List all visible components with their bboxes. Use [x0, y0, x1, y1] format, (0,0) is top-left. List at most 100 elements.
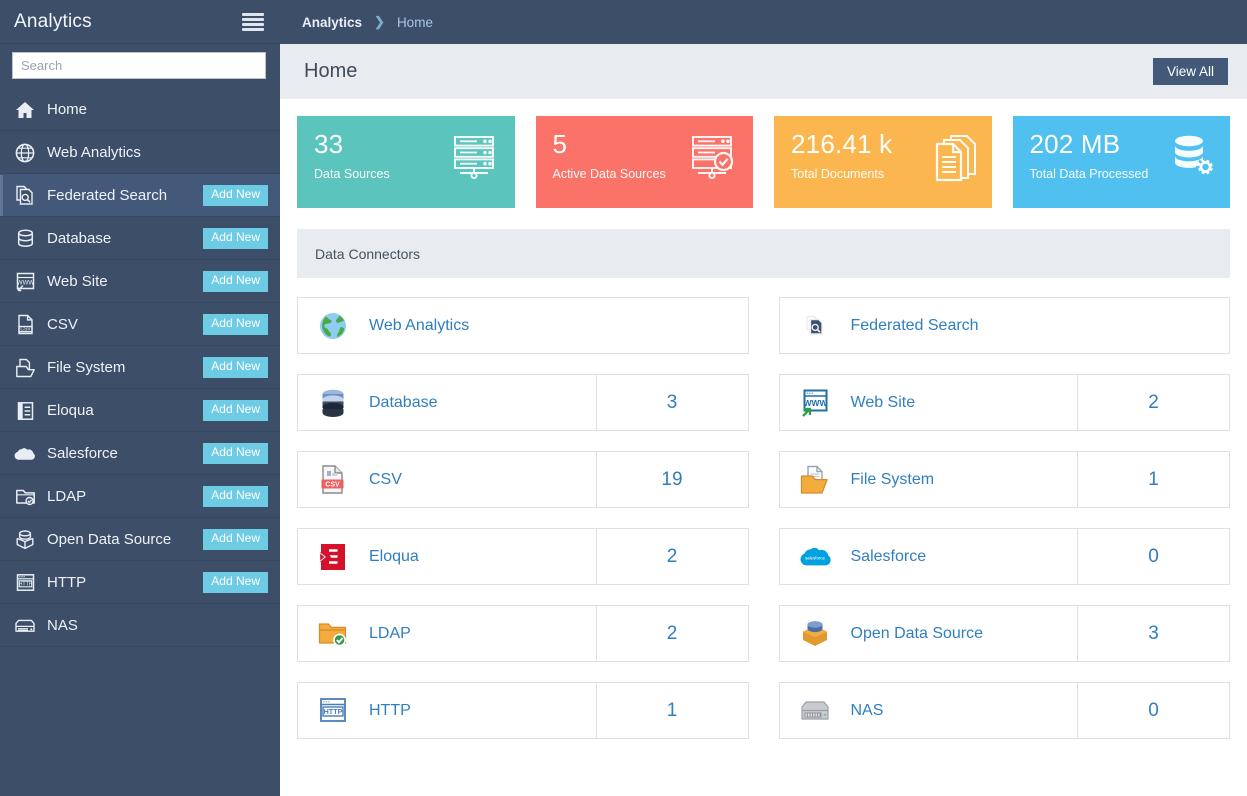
- sidebar-nav: Home Web Analytics Federated SearchAdd New…: [0, 88, 280, 796]
- stat-card-total-data-processed[interactable]: 202 MBTotal Data Processed: [1013, 116, 1231, 208]
- connector-name: NAS: [839, 702, 1078, 720]
- connector-count: 19: [596, 452, 748, 507]
- connector-name: CSV: [357, 471, 596, 489]
- connector-count: 1: [596, 683, 748, 738]
- svg-text:CSV: CSV: [325, 481, 340, 488]
- connector-row[interactable]: NAS0: [779, 682, 1231, 739]
- stat-card-active-data-sources[interactable]: 5Active Data Sources: [536, 116, 754, 208]
- data-connectors-panel: Data Connectors Web Analytics Federated S…: [297, 229, 1230, 739]
- http-window-color-icon: HTTP: [309, 697, 357, 725]
- open-data-icon: [14, 529, 36, 551]
- connector-row[interactable]: salesforceSalesforce0: [779, 528, 1231, 585]
- sidebar-item-open-data-source[interactable]: Open Data SourceAdd New: [0, 518, 280, 561]
- sidebar-item-label: Eloqua: [47, 402, 203, 419]
- sidebar-item-label: LDAP: [47, 488, 203, 505]
- sidebar-item-web-analytics[interactable]: Web Analytics: [0, 131, 280, 174]
- connector-row[interactable]: File System1: [779, 451, 1231, 508]
- sidebar: Analytics HomeWeb AnalyticsFederated Sea…: [0, 0, 280, 796]
- eloqua-color-icon: [309, 542, 357, 572]
- sidebar-item-http[interactable]: HTTPHTTPAdd New: [0, 561, 280, 604]
- sidebar-item-label: File System: [47, 359, 203, 376]
- folder-file-color-icon: [791, 465, 839, 495]
- add-new-button[interactable]: Add New: [203, 357, 268, 377]
- nas-device-icon: [14, 615, 36, 637]
- add-new-button[interactable]: Add New: [203, 572, 268, 592]
- add-new-button[interactable]: Add New: [203, 400, 268, 420]
- database-color-icon: [309, 388, 357, 418]
- csv-file-icon: CSV: [14, 314, 36, 336]
- sidebar-item-file-system[interactable]: File SystemAdd New: [0, 346, 280, 389]
- connectors-grid: Web Analytics Federated Search Database3 WW…: [297, 297, 1230, 739]
- add-new-button[interactable]: Add New: [203, 486, 268, 506]
- connector-count-empty: [596, 298, 748, 353]
- add-new-button[interactable]: Add New: [203, 185, 268, 205]
- connector-row[interactable]: Web Analytics: [297, 297, 749, 354]
- connector-row[interactable]: CSVCSV19: [297, 451, 749, 508]
- breadcrumb-root[interactable]: Analytics: [302, 15, 362, 30]
- sidebar-item-nas[interactable]: NAS: [0, 604, 280, 647]
- connector-name: Salesforce: [839, 548, 1078, 566]
- sidebar-item-federated-search[interactable]: Federated SearchAdd New: [0, 174, 280, 217]
- sidebar-item-web-site[interactable]: WWWWeb SiteAdd New: [0, 260, 280, 303]
- add-new-button[interactable]: Add New: [203, 443, 268, 463]
- sidebar-item-database[interactable]: DatabaseAdd New: [0, 217, 280, 260]
- page-header: Home View All: [280, 44, 1247, 99]
- connector-row[interactable]: Federated Search: [779, 297, 1231, 354]
- sidebar-item-label: HTTP: [47, 574, 203, 591]
- connector-row[interactable]: WWWWeb Site2: [779, 374, 1231, 431]
- sidebar-item-home[interactable]: Home: [0, 88, 280, 131]
- csv-file-color-icon: CSV: [309, 464, 357, 495]
- sidebar-item-label: Database: [47, 230, 203, 247]
- connector-count: 2: [596, 606, 748, 661]
- page-title: Home: [304, 60, 357, 83]
- connector-count: 0: [1077, 529, 1229, 584]
- sidebar-item-label: Web Analytics: [47, 144, 268, 161]
- documents-stack-icon: [930, 134, 978, 187]
- svg-text:HTTP: HTTP: [324, 707, 343, 716]
- connector-name: Eloqua: [357, 548, 596, 566]
- breadcrumb-current[interactable]: Home: [397, 15, 433, 30]
- hamburger-icon[interactable]: [242, 13, 264, 31]
- stat-cards: 33Data Sources5Active Data Sources216.41…: [297, 99, 1230, 208]
- salesforce-cloud-color-icon: salesforce: [791, 545, 839, 569]
- add-new-button[interactable]: Add New: [203, 271, 268, 291]
- connector-count: 2: [596, 529, 748, 584]
- data-connectors-title: Data Connectors: [297, 229, 1230, 278]
- sidebar-item-csv[interactable]: CSVCSVAdd New: [0, 303, 280, 346]
- sidebar-search-wrap: [0, 44, 280, 88]
- stat-card-data-sources[interactable]: 33Data Sources: [297, 116, 515, 208]
- main-area: Analytics ❯ Home Home View All 33Data So…: [280, 0, 1247, 796]
- sidebar-item-salesforce[interactable]: SalesforceAdd New: [0, 432, 280, 475]
- globe-icon: [14, 142, 36, 164]
- database-icon: [14, 228, 36, 250]
- sidebar-item-label: Open Data Source: [47, 531, 203, 548]
- add-new-button[interactable]: Add New: [203, 529, 268, 549]
- add-new-button[interactable]: Add New: [203, 314, 268, 334]
- connector-row[interactable]: Eloqua2: [297, 528, 749, 585]
- chevron-right-icon: ❯: [374, 14, 385, 30]
- svg-text:WWW: WWW: [16, 279, 34, 286]
- sidebar-item-eloqua[interactable]: EloquaAdd New: [0, 389, 280, 432]
- search-input[interactable]: [12, 52, 266, 79]
- connector-count: 1: [1077, 452, 1229, 507]
- connector-name: LDAP: [357, 625, 596, 643]
- svg-text:WWW: WWW: [803, 397, 827, 407]
- open-data-color-icon: [791, 618, 839, 649]
- view-all-button[interactable]: View All: [1153, 58, 1228, 85]
- svg-text:HTTP: HTTP: [18, 582, 32, 588]
- connector-row[interactable]: Database3: [297, 374, 749, 431]
- sidebar-item-label: NAS: [47, 617, 268, 634]
- folder-check-icon: [14, 486, 36, 508]
- connector-row[interactable]: LDAP2: [297, 605, 749, 662]
- connector-count-empty: [1077, 298, 1229, 353]
- connector-count: 3: [1077, 606, 1229, 661]
- server-rack-icon: [447, 134, 501, 185]
- add-new-button[interactable]: Add New: [203, 228, 268, 248]
- svg-text:CSV: CSV: [20, 327, 31, 333]
- stat-card-total-documents[interactable]: 216.41 kTotal Documents: [774, 116, 992, 208]
- www-window-color-icon: WWW: [791, 388, 839, 418]
- connector-row[interactable]: Open Data Source3: [779, 605, 1231, 662]
- sidebar-item-ldap[interactable]: LDAPAdd New: [0, 475, 280, 518]
- connector-row[interactable]: HTTPHTTP1: [297, 682, 749, 739]
- salesforce-cloud-icon: [14, 443, 36, 465]
